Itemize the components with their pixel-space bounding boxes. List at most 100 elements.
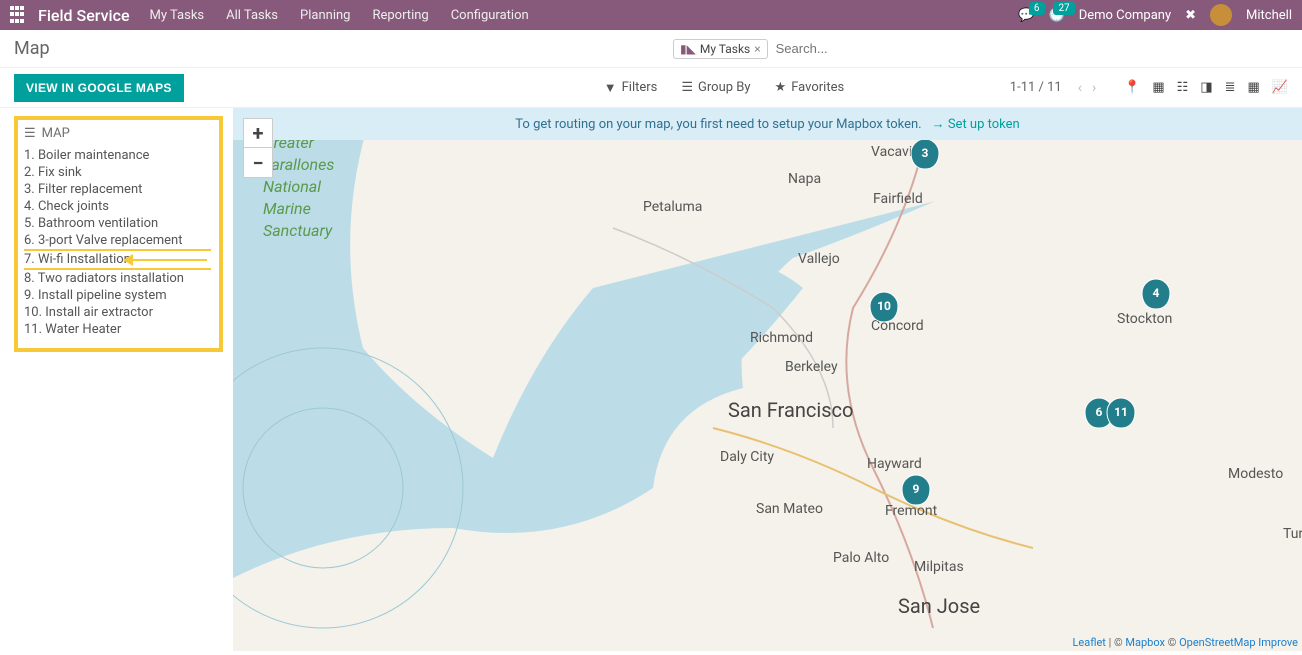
layers-icon: ☰ bbox=[681, 80, 693, 95]
svg-text:6: 6 bbox=[1096, 405, 1103, 419]
city-label: Fairfield bbox=[873, 191, 923, 207]
pivot-view-icon[interactable]: ▦ bbox=[1248, 80, 1260, 95]
groupby-button[interactable]: ☰Group By bbox=[681, 80, 750, 96]
star-icon: ★ bbox=[775, 80, 787, 95]
page-title: Map bbox=[14, 38, 50, 59]
svg-text:3: 3 bbox=[922, 146, 929, 160]
map-pin-9[interactable]: 9 bbox=[902, 475, 930, 505]
task-item[interactable]: 1. Boiler maintenance bbox=[24, 147, 211, 164]
mapbox-link[interactable]: Mapbox bbox=[1125, 636, 1165, 649]
activity-icon[interactable]: 🕐27 bbox=[1049, 8, 1065, 23]
search-area: ▮◣ My Tasks × bbox=[673, 37, 1288, 60]
svg-text:4: 4 bbox=[1153, 286, 1160, 300]
city-label: Stockton bbox=[1117, 311, 1172, 327]
calendar-view-icon[interactable]: ▦ bbox=[1152, 80, 1164, 95]
task-item[interactable]: 9. Install pipeline system bbox=[24, 287, 211, 304]
chat-count: 6 bbox=[1029, 2, 1045, 15]
map-view-icon[interactable]: 📍 bbox=[1124, 80, 1140, 95]
tasks-heading-label: MAP bbox=[42, 126, 70, 141]
city-label: Richmond bbox=[750, 330, 813, 346]
search-chip-my-tasks[interactable]: ▮◣ My Tasks × bbox=[673, 39, 768, 59]
city-label: Palo Alto bbox=[833, 550, 889, 566]
map-canvas[interactable]: To get routing on your map, you first ne… bbox=[233, 108, 1302, 651]
task-item[interactable]: 11. Water Heater bbox=[24, 321, 211, 338]
user-avatar[interactable] bbox=[1210, 4, 1232, 26]
main-area: ☰ MAP 1. Boiler maintenance2. Fix sink3.… bbox=[0, 108, 1302, 651]
apps-icon[interactable] bbox=[10, 6, 28, 24]
improve-link[interactable]: Improve bbox=[1258, 636, 1298, 649]
view-in-google-maps-button[interactable]: VIEW IN GOOGLE MAPS bbox=[14, 74, 184, 102]
app-brand[interactable]: Field Service bbox=[38, 6, 130, 25]
task-item[interactable]: 8. Two radiators installation bbox=[24, 270, 211, 287]
svg-text:9: 9 bbox=[913, 482, 920, 496]
task-item[interactable]: 3. Filter replacement bbox=[24, 181, 211, 198]
setup-token-link[interactable]: → Set up token bbox=[932, 116, 1020, 132]
leaflet-link[interactable]: Leaflet bbox=[1072, 636, 1105, 649]
park-label: National bbox=[263, 177, 321, 196]
task-item[interactable]: 2. Fix sink bbox=[24, 164, 211, 181]
zoom-out-button[interactable]: − bbox=[243, 148, 273, 178]
funnel-icon: ▼ bbox=[604, 80, 617, 96]
city-label: San Mateo bbox=[756, 501, 823, 517]
city-label: Hayward bbox=[867, 456, 922, 472]
tasks-heading: ☰ MAP bbox=[24, 126, 211, 141]
city-label: Milpitas bbox=[914, 559, 964, 575]
city-label: Napa bbox=[788, 171, 821, 187]
osm-link[interactable]: OpenStreetMap bbox=[1179, 636, 1255, 649]
company-switcher[interactable]: Demo Company bbox=[1079, 8, 1171, 23]
user-name[interactable]: Mitchell bbox=[1246, 8, 1292, 23]
map-pin-3[interactable]: 3 bbox=[911, 139, 939, 169]
map-pin-4[interactable]: 4 bbox=[1142, 279, 1170, 309]
map-banner: To get routing on your map, you first ne… bbox=[233, 108, 1302, 140]
top-nav: Field Service My Tasks All Tasks Plannin… bbox=[0, 0, 1302, 30]
menu-reporting[interactable]: Reporting bbox=[372, 8, 428, 23]
filters-button[interactable]: ▼ Filters bbox=[604, 80, 658, 96]
debug-icon[interactable]: ✖ bbox=[1185, 8, 1196, 23]
zoom-in-button[interactable]: + bbox=[243, 118, 273, 148]
park-label: Farallones bbox=[263, 155, 334, 174]
list-view-icon[interactable]: ≣ bbox=[1225, 80, 1236, 95]
task-item[interactable]: 4. Check joints bbox=[24, 198, 211, 215]
menu-configuration[interactable]: Configuration bbox=[451, 8, 529, 23]
task-list: 1. Boiler maintenance2. Fix sink3. Filte… bbox=[24, 147, 211, 338]
favorites-button[interactable]: ★ Favorites bbox=[775, 80, 845, 96]
gantt-view-icon[interactable]: ☷ bbox=[1177, 80, 1189, 95]
next-page-button[interactable]: › bbox=[1092, 80, 1096, 96]
record-counter: 1-11 / 11 bbox=[1010, 80, 1062, 95]
menu-planning[interactable]: Planning bbox=[300, 8, 350, 23]
filters-label: Filters bbox=[622, 80, 658, 95]
funnel-icon: ▮◣ bbox=[680, 42, 696, 56]
graph-view-icon[interactable]: 📈 bbox=[1272, 80, 1288, 95]
city-label: Vallejo bbox=[798, 251, 840, 267]
menu-my-tasks[interactable]: My Tasks bbox=[150, 8, 205, 23]
menu-all-tasks[interactable]: All Tasks bbox=[226, 8, 278, 23]
city-label: Daly City bbox=[720, 449, 774, 465]
list-icon: ☰ bbox=[24, 126, 36, 141]
map-pin-10[interactable]: 10 bbox=[870, 292, 898, 322]
remove-chip-icon[interactable]: × bbox=[754, 42, 760, 56]
city-label: San Jose bbox=[898, 594, 980, 618]
header-row: Map ▮◣ My Tasks × bbox=[0, 30, 1302, 68]
task-item[interactable]: 7. Wi-fi Installation bbox=[24, 249, 211, 270]
task-item[interactable]: 5. Bathroom ventilation bbox=[24, 215, 211, 232]
city-label: Petaluma bbox=[643, 199, 702, 215]
park-label: Marine bbox=[263, 199, 311, 218]
favorites-label: Favorites bbox=[791, 80, 844, 95]
chat-icon[interactable]: 💬6 bbox=[1018, 8, 1034, 23]
park-label: Sanctuary bbox=[263, 221, 333, 240]
city-label: Berkeley bbox=[785, 359, 838, 375]
city-label: San Francisco bbox=[728, 398, 853, 422]
prev-page-button[interactable]: ‹ bbox=[1078, 80, 1082, 96]
map-attribution: Leaflet | © Mapbox © OpenStreetMap Impro… bbox=[1072, 636, 1298, 649]
map-svg: GreaterFarallonesNationalMarineSanctuary… bbox=[233, 108, 1302, 651]
map-pin-11[interactable]: 11 bbox=[1107, 398, 1135, 428]
toolbar-row: VIEW IN GOOGLE MAPS ▼ Filters ☰Group By ★… bbox=[0, 68, 1302, 108]
search-input[interactable] bbox=[768, 37, 1288, 60]
task-item[interactable]: 6. 3-port Valve replacement bbox=[24, 232, 211, 249]
main-menu: My Tasks All Tasks Planning Reporting Co… bbox=[150, 8, 529, 23]
svg-text:10: 10 bbox=[877, 299, 891, 313]
task-item[interactable]: 10. Install air extractor bbox=[24, 304, 211, 321]
city-label: Modesto bbox=[1228, 466, 1283, 482]
search-chip-label: My Tasks bbox=[700, 42, 750, 56]
kanban-view-icon[interactable]: ◨ bbox=[1200, 80, 1212, 95]
